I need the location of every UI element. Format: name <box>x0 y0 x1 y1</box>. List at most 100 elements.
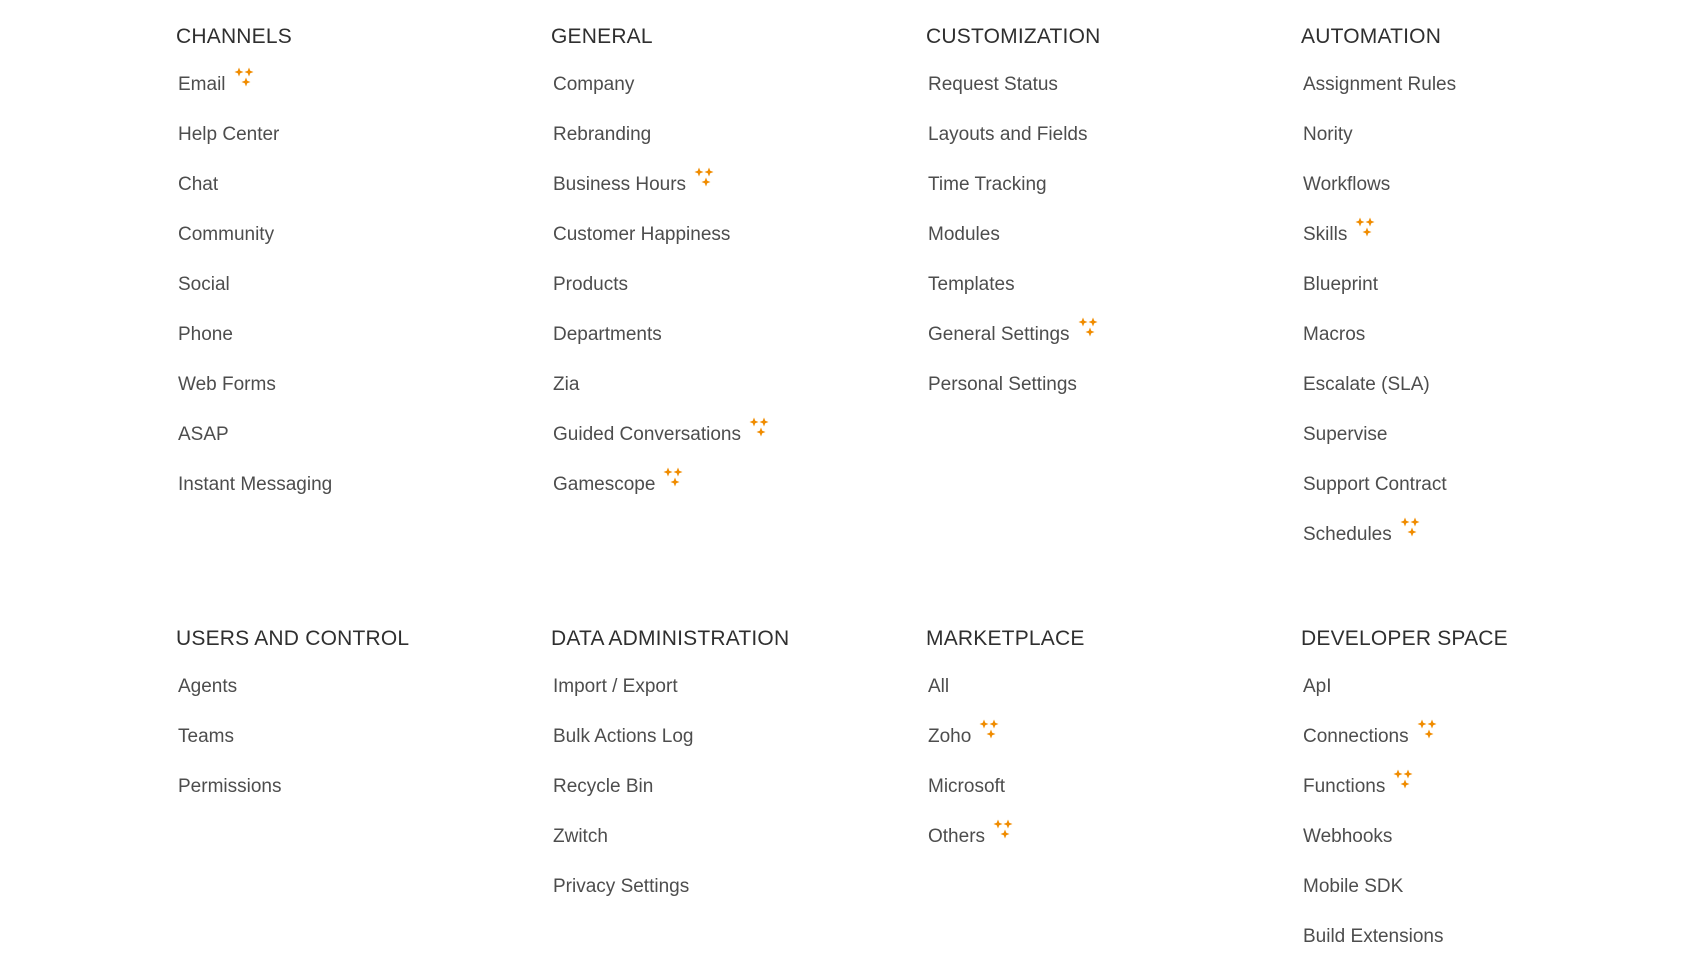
settings-list: Company Rebranding Business Hours Customer … <box>551 72 891 522</box>
settings-link-modules[interactable]: Modules <box>928 222 1266 272</box>
settings-link-gamescope[interactable]: Gamescope <box>553 467 891 522</box>
sparkle-icon <box>1400 516 1422 542</box>
settings-link-customer-happiness[interactable]: Customer Happiness <box>553 222 891 272</box>
settings-link-label: Macros <box>1303 324 1366 345</box>
settings-link-label: Zia <box>553 374 580 395</box>
settings-link-bulk-actions-log[interactable]: Bulk Actions Log <box>553 724 891 774</box>
settings-link-templates[interactable]: Templates <box>928 272 1266 322</box>
settings-link-asap[interactable]: ASAP <box>178 422 516 472</box>
settings-link-label: Chat <box>178 174 219 195</box>
settings-link-social[interactable]: Social <box>178 272 516 322</box>
settings-link-label: Nority <box>1303 124 1353 145</box>
section-title: CHANNELS <box>176 25 292 48</box>
settings-link-label: Permissions <box>178 776 282 797</box>
settings-link-label: Schedules <box>1303 524 1392 545</box>
settings-link-teams[interactable]: Teams <box>178 724 516 774</box>
settings-link-chat[interactable]: Chat <box>178 172 516 222</box>
settings-link-recycle-bin[interactable]: Recycle Bin <box>553 774 891 824</box>
settings-link-guided-conversations[interactable]: Guided Conversations <box>553 417 891 472</box>
section-title: USERS AND CONTROL <box>176 627 410 650</box>
settings-link-zwitch[interactable]: Zwitch <box>553 824 891 874</box>
sparkle-icon <box>694 166 716 192</box>
settings-link-mobile-sdk[interactable]: Mobile SDK <box>1303 874 1641 924</box>
settings-link-label: Community <box>178 224 275 245</box>
settings-link-build-extensions[interactable]: Build Extensions <box>1303 924 1641 974</box>
settings-link-business-hours[interactable]: Business Hours <box>553 167 891 222</box>
settings-link-email[interactable]: Email <box>178 67 516 122</box>
settings-link-help-center[interactable]: Help Center <box>178 122 516 172</box>
settings-link-connections[interactable]: Connections <box>1303 719 1641 774</box>
settings-link-label: Skills <box>1303 224 1348 245</box>
settings-link-time-tracking[interactable]: Time Tracking <box>928 172 1266 222</box>
settings-link-label: Build Extensions <box>1303 926 1444 947</box>
settings-link-import-export[interactable]: Import / Export <box>553 674 891 724</box>
settings-link-assignment-rules[interactable]: Assignment Rules <box>1303 72 1641 122</box>
settings-link-supervise[interactable]: Supervise <box>1303 422 1641 472</box>
settings-link-label: Assignment Rules <box>1303 74 1457 95</box>
sparkle-icon <box>663 466 685 492</box>
settings-link-label: General Settings <box>928 324 1070 345</box>
settings-link-api[interactable]: ApI <box>1303 674 1641 724</box>
settings-link-request-status[interactable]: Request Status <box>928 72 1266 122</box>
settings-link-label: Zwitch <box>553 826 608 847</box>
settings-link-label: Mobile SDK <box>1303 876 1404 897</box>
settings-link-label: Web Forms <box>178 374 276 395</box>
settings-link-webhooks[interactable]: Webhooks <box>1303 824 1641 874</box>
settings-link-label: Social <box>178 274 230 295</box>
settings-link-company[interactable]: Company <box>553 72 891 122</box>
section-marketplace: MARKETPLACE All Zoho Microsoft Others <box>926 626 1266 874</box>
settings-link-label: Teams <box>178 726 234 747</box>
section-general: GENERAL Company Rebranding Business Hours C… <box>551 24 891 522</box>
section-title: CUSTOMIZATION <box>926 25 1101 48</box>
settings-link-functions[interactable]: Functions <box>1303 769 1641 824</box>
settings-link-label: Rebranding <box>553 124 652 145</box>
sparkle-icon <box>993 818 1015 844</box>
settings-link-microsoft[interactable]: Microsoft <box>928 774 1266 824</box>
settings-link-general-settings[interactable]: General Settings <box>928 317 1266 372</box>
settings-link-label: Phone <box>178 324 233 345</box>
settings-link-support-contract[interactable]: Support Contract <box>1303 472 1641 522</box>
settings-link-zoho[interactable]: Zoho <box>928 719 1266 774</box>
settings-link-label: Agents <box>178 676 238 697</box>
settings-link-label: ASAP <box>178 424 229 445</box>
settings-link-personal-settings[interactable]: Personal Settings <box>928 372 1266 422</box>
settings-link-others[interactable]: Others <box>928 819 1266 874</box>
settings-link-phone[interactable]: Phone <box>178 322 516 372</box>
settings-link-all[interactable]: All <box>928 674 1266 724</box>
settings-link-privacy-settings[interactable]: Privacy Settings <box>553 874 891 924</box>
settings-link-label: Products <box>553 274 628 295</box>
settings-link-blueprint[interactable]: Blueprint <box>1303 272 1641 322</box>
settings-link-instant-messaging[interactable]: Instant Messaging <box>178 472 516 522</box>
settings-link-nority[interactable]: Nority <box>1303 122 1641 172</box>
settings-link-label: Workflows <box>1303 174 1391 195</box>
settings-link-label: Request Status <box>928 74 1058 95</box>
settings-link-zia[interactable]: Zia <box>553 372 891 422</box>
settings-link-escalate-sla[interactable]: Escalate (SLA) <box>1303 372 1641 422</box>
settings-link-label: Departments <box>553 324 662 345</box>
settings-link-layouts-and-fields[interactable]: Layouts and Fields <box>928 122 1266 172</box>
settings-link-label: Escalate (SLA) <box>1303 374 1430 395</box>
settings-link-agents[interactable]: Agents <box>178 674 516 724</box>
section-title: AUTOMATION <box>1301 25 1442 48</box>
settings-link-label: Modules <box>928 224 1000 245</box>
settings-link-departments[interactable]: Departments <box>553 322 891 372</box>
settings-list: Import / Export Bulk Actions Log Recycle B… <box>551 674 891 924</box>
settings-link-products[interactable]: Products <box>553 272 891 322</box>
settings-link-label: Email <box>178 74 226 95</box>
settings-link-schedules[interactable]: Schedules <box>1303 517 1641 572</box>
settings-link-web-forms[interactable]: Web Forms <box>178 372 516 422</box>
settings-link-label: Templates <box>928 274 1015 295</box>
sparkle-icon <box>1417 718 1439 744</box>
settings-link-skills[interactable]: Skills <box>1303 217 1641 272</box>
settings-link-rebranding[interactable]: Rebranding <box>553 122 891 172</box>
section-users-and-control: USERS AND CONTROL Agents Teams Permissions <box>176 626 516 824</box>
settings-link-label: Company <box>553 74 635 95</box>
settings-link-label: ApI <box>1303 676 1332 697</box>
settings-link-workflows[interactable]: Workflows <box>1303 172 1641 222</box>
settings-link-label: Customer Happiness <box>553 224 731 245</box>
settings-link-permissions[interactable]: Permissions <box>178 774 516 824</box>
settings-link-community[interactable]: Community <box>178 222 516 272</box>
settings-link-label: Recycle Bin <box>553 776 654 797</box>
section-title: DATA ADMINISTRATION <box>551 627 790 650</box>
settings-link-macros[interactable]: Macros <box>1303 322 1641 372</box>
